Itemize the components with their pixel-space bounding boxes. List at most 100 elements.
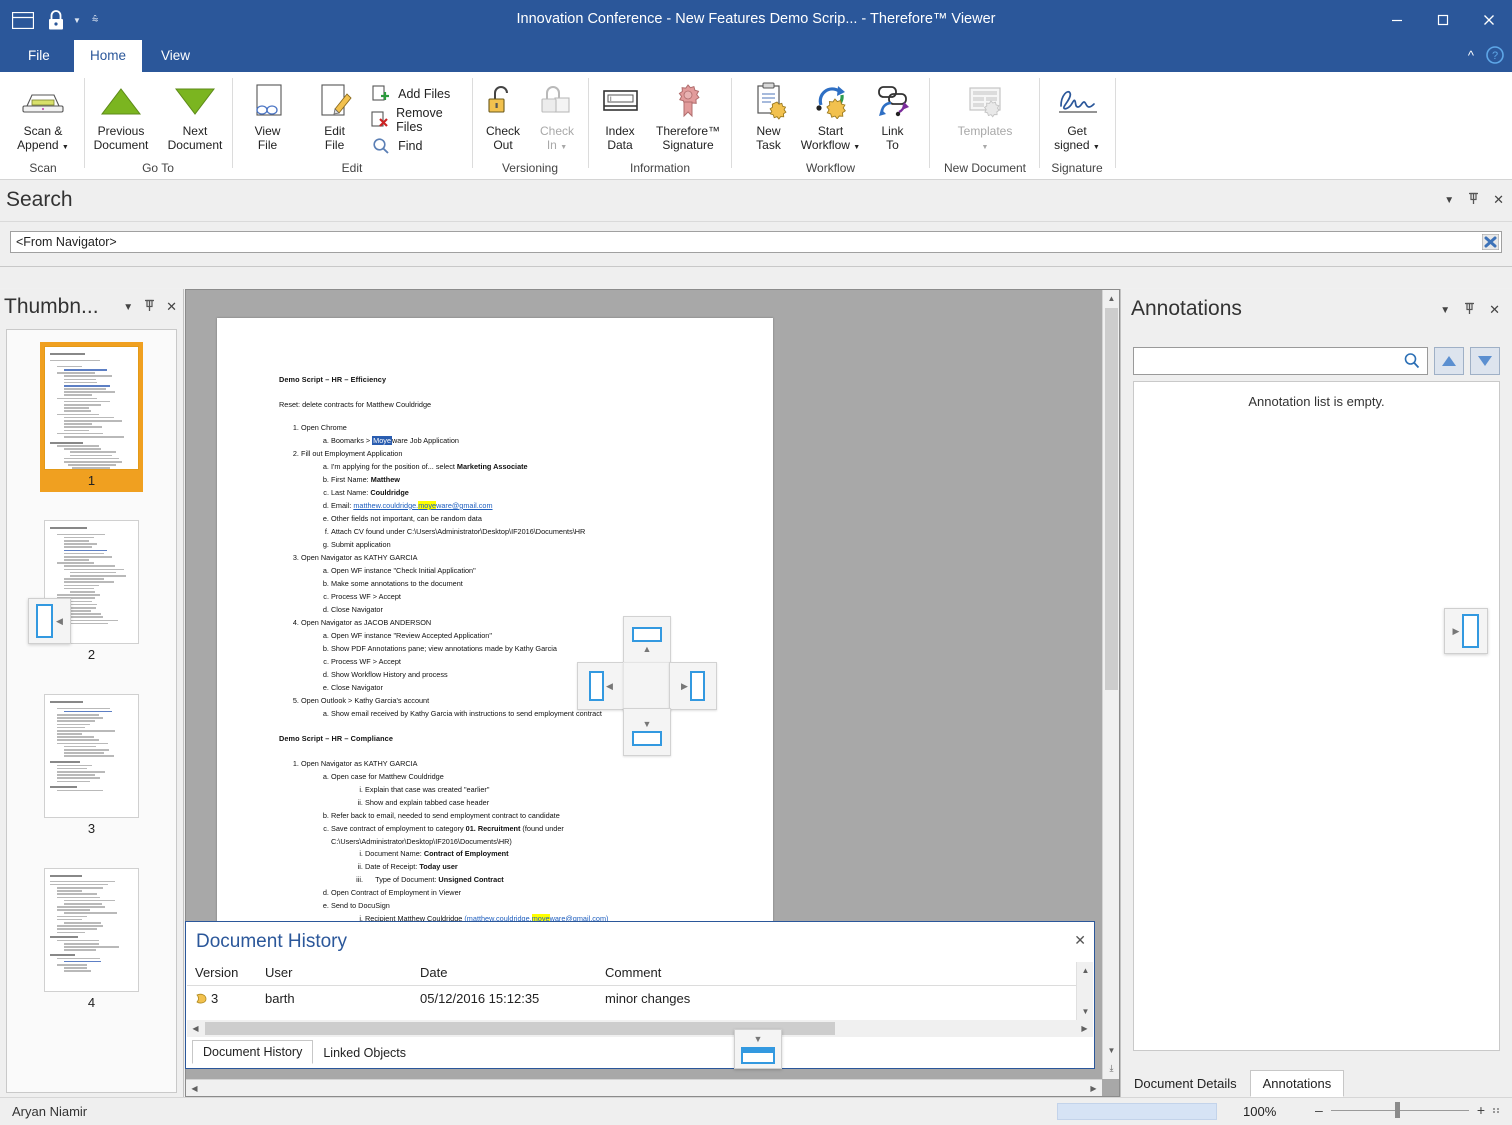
chevron-down-icon[interactable]: ▼ [1444, 195, 1454, 206]
check-in-button[interactable]: Check In ▼ [530, 75, 584, 154]
vertical-scroll-thumb[interactable] [1105, 308, 1118, 690]
search-icon[interactable] [1403, 352, 1421, 373]
close-icon[interactable]: ✕ [1493, 192, 1504, 208]
pin-icon[interactable] [144, 299, 155, 315]
close-icon[interactable]: ✕ [1489, 302, 1500, 318]
dock-guide-right[interactable]: ▶ [1444, 608, 1488, 654]
zoom-slider[interactable] [1330, 1102, 1469, 1118]
dock-guide-diamond-center[interactable] [623, 662, 671, 710]
dock-guide-diamond-top[interactable]: ▲ [623, 616, 671, 664]
check-out-button[interactable]: Check Out [476, 75, 530, 152]
column-header-version[interactable]: Version [187, 962, 257, 986]
zoom-in-button[interactable]: + [1477, 1102, 1485, 1118]
list-item: Other fields not important, can be rando… [331, 513, 753, 526]
edit-file-button[interactable]: Edit File [301, 75, 368, 152]
ribbon-group-workflow: New Task Start Workflow ▼ Link To Workfl… [733, 72, 928, 180]
scroll-up-icon[interactable]: ▲ [1077, 962, 1094, 979]
thumbnails-list[interactable]: 1 2 ◀ 3 4 [6, 329, 177, 1093]
maximize-button[interactable] [1420, 0, 1466, 40]
chevron-down-icon[interactable]: ▼ [1440, 305, 1450, 316]
thumbnail-page-3[interactable]: 3 [40, 690, 143, 840]
dock-guide-diamond[interactable]: ▲ ◀ ▶ ▼ [577, 616, 717, 756]
annotations-previous-button[interactable] [1434, 347, 1464, 375]
previous-document-button[interactable]: Previous Document [84, 75, 158, 152]
pin-icon[interactable] [1464, 302, 1475, 318]
find-button[interactable]: Find [368, 133, 470, 159]
triangle-up-icon [98, 79, 144, 123]
viewer-horizontal-scrollbar[interactable]: ◀ ▶ [186, 1079, 1102, 1096]
resize-grip-icon[interactable] [1493, 1107, 1500, 1113]
dock-guide-diamond-right[interactable]: ▶ [669, 662, 717, 710]
add-files-button[interactable]: Add Files [368, 81, 470, 107]
dock-guide-bottom[interactable]: ▼ [734, 1029, 782, 1069]
thumbnail-page-4[interactable]: 4 [40, 864, 143, 1014]
scroll-up-icon[interactable]: ▲ [1103, 290, 1119, 307]
document-history-horizontal-scrollbar[interactable]: ◀ ▶ [187, 1020, 1093, 1037]
new-task-button[interactable]: New Task [743, 75, 795, 152]
remove-files-button[interactable]: Remove Files [368, 106, 470, 134]
scroll-left-icon[interactable]: ◀ [186, 1080, 203, 1096]
scroll-left-icon[interactable]: ◀ [187, 1020, 204, 1037]
view-file-button[interactable]: View File [234, 75, 301, 152]
index-data-button[interactable]: I Index Data [592, 75, 648, 152]
document-history-dialog[interactable]: Document History ✕ Version User Date Com… [185, 921, 1095, 1069]
tab-view[interactable]: View [145, 40, 206, 72]
thumbnail-page-1[interactable]: 1 [40, 342, 143, 492]
viewer-vertical-scrollbar[interactable]: ▲ ▼ ⤓ [1102, 290, 1119, 1079]
thumbnail-page-2[interactable]: 2 ◀ [28, 516, 143, 666]
annotations-list[interactable]: Annotation list is empty. ▶ [1133, 381, 1500, 1051]
column-header-comment[interactable]: Comment [597, 962, 1093, 986]
scroll-right-icon[interactable]: ▶ [1076, 1020, 1093, 1037]
search-input[interactable] [10, 231, 1502, 253]
annotations-next-button[interactable] [1470, 347, 1500, 375]
annotations-search-box[interactable] [1133, 347, 1428, 375]
scroll-down-icon[interactable]: ▼ [1077, 1003, 1094, 1020]
get-signed-button[interactable]: Get signed ▼ [1043, 75, 1111, 154]
email-link[interactable]: matthew.couldridge.moyeware@gmail.com [353, 500, 493, 510]
next-document-button[interactable]: Next Document [158, 75, 232, 152]
column-header-user[interactable]: User [257, 962, 412, 986]
lock-document-icon [537, 79, 577, 123]
tab-document-history[interactable]: Document History [192, 1040, 314, 1064]
annotations-search-input[interactable] [1134, 348, 1427, 374]
thumbnails-panel: Thumbn... ▼ ✕ 1 2 ◀ 3 4 [0, 289, 184, 1097]
link-to-button[interactable]: Link To [867, 75, 919, 152]
chevron-down-icon[interactable]: ▼ [123, 302, 133, 313]
close-button[interactable] [1466, 0, 1512, 40]
document-history-vertical-scrollbar[interactable]: ▲ ▼ [1076, 962, 1093, 1020]
therefore-signature-button[interactable]: Therefore™ Signature [648, 75, 728, 152]
document-history-close-button[interactable]: ✕ [1074, 932, 1086, 949]
collapse-ribbon-icon[interactable]: ^ [1468, 48, 1474, 63]
tab-file[interactable]: File [12, 40, 66, 72]
tab-document-details[interactable]: Document Details [1121, 1070, 1250, 1097]
minimize-button[interactable] [1374, 0, 1420, 40]
tab-linked-objects[interactable]: Linked Objects [313, 1042, 416, 1064]
dock-guide-diamond-left[interactable]: ◀ [577, 662, 625, 710]
scan-and-append-button[interactable]: Scan & Append ▼ [6, 75, 80, 154]
lock-icon[interactable] [43, 8, 69, 32]
pin-icon[interactable] [1468, 192, 1479, 208]
clear-search-icon[interactable] [1481, 233, 1500, 251]
linkto-label-1: Link [881, 124, 904, 138]
dock-guide-left[interactable]: ◀ [28, 598, 71, 644]
tab-annotations[interactable]: Annotations [1249, 1070, 1345, 1097]
checkin-label-1: Check [539, 124, 574, 138]
dock-guide-diamond-bottom[interactable]: ▼ [623, 708, 671, 756]
scroll-page-down-icon[interactable]: ⤓ [1103, 1060, 1119, 1077]
scroll-down-icon[interactable]: ▼ [1103, 1042, 1119, 1059]
prev-label-2: Document [93, 137, 149, 152]
start-workflow-button[interactable]: Start Workflow ▼ [795, 75, 867, 154]
tab-home[interactable]: Home [74, 40, 143, 72]
templates-button[interactable]: Templates ▼ [942, 75, 1028, 154]
column-header-date[interactable]: Date [412, 962, 597, 986]
help-icon[interactable]: ? [1486, 46, 1504, 64]
scroll-right-icon[interactable]: ▶ [1085, 1080, 1102, 1096]
save-icon[interactable] [10, 8, 36, 32]
chevron-down-icon[interactable]: ▼ [73, 16, 81, 25]
table-row[interactable]: 3 barth 05/12/2016 15:12:35 minor change… [187, 986, 1093, 1012]
zoom-out-button[interactable]: – [1315, 1102, 1323, 1118]
zoom-slider-handle[interactable] [1394, 1102, 1400, 1118]
group-label-goto: Go To [142, 161, 174, 175]
customize-qat-icon[interactable]: ⩯ [92, 14, 98, 27]
close-icon[interactable]: ✕ [166, 299, 177, 315]
